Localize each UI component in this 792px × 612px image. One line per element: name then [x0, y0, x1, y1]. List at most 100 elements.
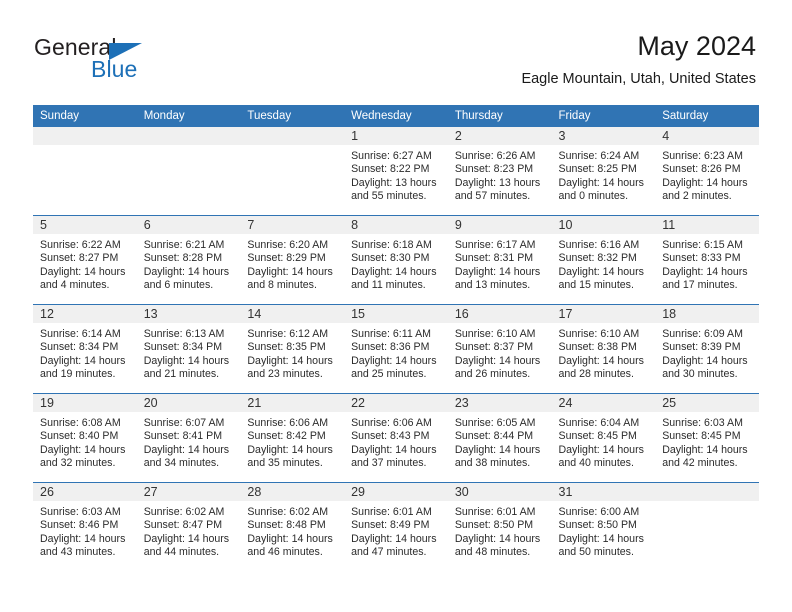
calendar-page: General Blue May 2024 Eagle Mountain, Ut…: [0, 0, 792, 612]
calendar-day-cell[interactable]: 29 Sunrise: 6:01 AM Sunset: 8:49 PM Dayligh…: [344, 482, 448, 571]
daylight-text-line1: Daylight: 14 hours: [351, 354, 437, 367]
sunset-text: Sunset: 8:26 PM: [662, 163, 741, 176]
day-cell-inner: 16 Sunrise: 6:10 AM Sunset: 8:37 PM Dayligh…: [447, 305, 552, 393]
calendar-day-cell[interactable]: 13 Sunrise: 6:13 AM Sunset: 8:34 PM Dayligh…: [136, 304, 241, 394]
sunrise-text: Sunrise: 6:10 AM: [558, 328, 640, 340]
sunset-text: Sunset: 8:40 PM: [40, 430, 119, 443]
calendar-day-cell[interactable]: 22 Sunrise: 6:06 AM Sunset: 8:43 PM Dayligh…: [344, 393, 448, 483]
daylight-text-line2: and 44 minutes.: [143, 546, 220, 559]
day-number: 16: [447, 305, 552, 323]
calendar-body: 1 Sunrise: 6:27 AM Sunset: 8:22 PM Daylight…: [33, 127, 759, 571]
day-number: 15: [344, 305, 448, 323]
brand-logo[interactable]: General Blue: [34, 34, 224, 84]
sunset-text: Sunset: 8:25 PM: [558, 163, 637, 176]
daylight-text-line2: and 34 minutes.: [143, 457, 220, 470]
daylight-text-line2: and 48 minutes.: [454, 546, 531, 559]
day-details: Sunrise: 6:26 AM Sunset: 8:23 PM Daylight:…: [448, 145, 552, 204]
day-number: 19: [33, 394, 137, 412]
calendar-day-cell[interactable]: 14 Sunrise: 6:12 AM Sunset: 8:35 PM Dayligh…: [240, 304, 345, 394]
calendar-day-cell[interactable]: 11 Sunrise: 6:15 AM Sunset: 8:33 PM Dayligh…: [655, 215, 759, 305]
sunrise-text: Sunrise: 6:02 AM: [143, 506, 225, 518]
daylight-text-line1: Daylight: 14 hours: [558, 176, 644, 189]
calendar-day-cell[interactable]: 6 Sunrise: 6:21 AM Sunset: 8:28 PM Daylight…: [136, 215, 241, 305]
calendar-day-cell[interactable]: 15 Sunrise: 6:11 AM Sunset: 8:36 PM Dayligh…: [344, 304, 448, 394]
sunrise-text: Sunrise: 6:06 AM: [247, 417, 329, 429]
calendar-day-cell[interactable]: 28 Sunrise: 6:02 AM Sunset: 8:48 PM Dayligh…: [240, 482, 345, 571]
calendar-empty-cell: [33, 127, 137, 216]
calendar-day-cell[interactable]: 23 Sunrise: 6:05 AM Sunset: 8:44 PM Dayligh…: [447, 393, 552, 483]
daylight-text-line2: and 57 minutes.: [454, 190, 531, 203]
sunset-text: Sunset: 8:30 PM: [351, 252, 430, 265]
calendar-day-cell[interactable]: 26 Sunrise: 6:03 AM Sunset: 8:46 PM Dayligh…: [33, 482, 137, 571]
daylight-text-line2: and 4 minutes.: [40, 279, 110, 292]
sunset-text: Sunset: 8:27 PM: [40, 252, 119, 265]
sunrise-text: Sunrise: 6:17 AM: [454, 239, 536, 251]
day-details: Sunrise: 6:21 AM Sunset: 8:28 PM Daylight:…: [137, 234, 241, 293]
calendar-day-cell[interactable]: 31 Sunrise: 6:00 AM Sunset: 8:50 PM Dayligh…: [551, 482, 656, 571]
calendar-day-cell[interactable]: 27 Sunrise: 6:02 AM Sunset: 8:47 PM Dayligh…: [136, 482, 241, 571]
day-cell-inner: 13 Sunrise: 6:13 AM Sunset: 8:34 PM Dayligh…: [136, 305, 241, 393]
calendar-day-cell[interactable]: 12 Sunrise: 6:14 AM Sunset: 8:34 PM Dayligh…: [33, 304, 137, 394]
calendar-day-cell[interactable]: 5 Sunrise: 6:22 AM Sunset: 8:27 PM Daylight…: [33, 215, 137, 305]
sunrise-text: Sunrise: 6:00 AM: [558, 506, 640, 518]
sunset-text: Sunset: 8:45 PM: [558, 430, 637, 443]
sunset-text: Sunset: 8:34 PM: [143, 341, 223, 354]
sunrise-text: Sunrise: 6:26 AM: [454, 150, 536, 162]
sunset-text: Sunset: 8:42 PM: [247, 430, 326, 443]
sunset-text: Sunset: 8:29 PM: [247, 252, 326, 265]
daylight-text-line1: Daylight: 14 hours: [454, 354, 541, 367]
page-title: May 2024: [637, 31, 756, 61]
daylight-text-line2: and 47 minutes.: [351, 546, 427, 559]
day-details: Sunrise: 6:23 AM Sunset: 8:26 PM Daylight:…: [655, 145, 759, 204]
calendar-day-cell[interactable]: 2 Sunrise: 6:26 AM Sunset: 8:23 PM Daylight…: [447, 127, 552, 216]
calendar-day-cell[interactable]: 9 Sunrise: 6:17 AM Sunset: 8:31 PM Daylight…: [447, 215, 552, 305]
daylight-text-line2: and 23 minutes.: [247, 368, 323, 381]
calendar-day-cell[interactable]: 17 Sunrise: 6:10 AM Sunset: 8:38 PM Dayligh…: [551, 304, 656, 394]
calendar-day-cell[interactable]: 8 Sunrise: 6:18 AM Sunset: 8:30 PM Daylight…: [344, 215, 448, 305]
daylight-text-line1: Daylight: 14 hours: [351, 443, 437, 456]
day-cell-inner: 3 Sunrise: 6:24 AM Sunset: 8:25 PM Daylight…: [551, 127, 656, 215]
daylight-text-line1: Daylight: 14 hours: [247, 265, 333, 278]
sunrise-text: Sunrise: 6:14 AM: [40, 328, 121, 340]
calendar-day-cell[interactable]: 10 Sunrise: 6:16 AM Sunset: 8:32 PM Dayligh…: [551, 215, 656, 305]
calendar-day-cell[interactable]: 20 Sunrise: 6:07 AM Sunset: 8:41 PM Dayligh…: [136, 393, 241, 483]
daylight-text-line1: Daylight: 14 hours: [662, 176, 748, 189]
calendar-day-cell[interactable]: 4 Sunrise: 6:23 AM Sunset: 8:26 PM Daylight…: [655, 127, 759, 216]
daylight-text-line1: Daylight: 14 hours: [143, 265, 230, 278]
day-cell-inner: 2 Sunrise: 6:26 AM Sunset: 8:23 PM Daylight…: [447, 127, 552, 215]
daylight-text-line1: Daylight: 14 hours: [558, 532, 644, 545]
sunset-text: Sunset: 8:23 PM: [454, 163, 534, 176]
daylight-text-line1: Daylight: 14 hours: [40, 532, 126, 545]
sunrise-text: Sunrise: 6:09 AM: [662, 328, 743, 340]
sunset-text: Sunset: 8:37 PM: [454, 341, 534, 354]
daylight-text-line1: Daylight: 14 hours: [558, 443, 644, 456]
sunrise-text: Sunrise: 6:27 AM: [351, 150, 432, 162]
calendar-day-cell[interactable]: 18 Sunrise: 6:09 AM Sunset: 8:39 PM Dayligh…: [655, 304, 759, 394]
calendar-day-cell[interactable]: 21 Sunrise: 6:06 AM Sunset: 8:42 PM Dayligh…: [240, 393, 345, 483]
daylight-text-line1: Daylight: 13 hours: [454, 176, 541, 189]
calendar-day-cell[interactable]: 3 Sunrise: 6:24 AM Sunset: 8:25 PM Daylight…: [551, 127, 656, 216]
calendar-day-cell[interactable]: 16 Sunrise: 6:10 AM Sunset: 8:37 PM Dayligh…: [447, 304, 552, 394]
daylight-text-line1: Daylight: 14 hours: [662, 443, 748, 456]
sunset-text: Sunset: 8:31 PM: [454, 252, 534, 265]
daylight-text-line1: Daylight: 14 hours: [454, 532, 541, 545]
sunset-text: Sunset: 8:47 PM: [143, 519, 223, 532]
calendar-day-cell[interactable]: 1 Sunrise: 6:27 AM Sunset: 8:22 PM Daylight…: [344, 127, 448, 216]
sunrise-text: Sunrise: 6:15 AM: [662, 239, 743, 251]
calendar-day-cell[interactable]: 24 Sunrise: 6:04 AM Sunset: 8:45 PM Dayligh…: [551, 393, 656, 483]
calendar-day-cell[interactable]: 25 Sunrise: 6:03 AM Sunset: 8:45 PM Dayligh…: [655, 393, 759, 483]
day-number: 29: [344, 483, 448, 501]
day-number: 17: [551, 305, 656, 323]
daylight-text-line2: and 26 minutes.: [454, 368, 531, 381]
day-cell-inner: [33, 127, 137, 215]
day-details: Sunrise: 6:08 AM Sunset: 8:40 PM Daylight:…: [33, 412, 137, 471]
day-details: Sunrise: 6:10 AM Sunset: 8:38 PM Daylight:…: [552, 323, 656, 382]
sunrise-text: Sunrise: 6:01 AM: [454, 506, 536, 518]
sunrise-text: Sunrise: 6:03 AM: [662, 417, 743, 429]
calendar-day-cell[interactable]: 7 Sunrise: 6:20 AM Sunset: 8:29 PM Daylight…: [240, 215, 345, 305]
calendar-day-cell[interactable]: 30 Sunrise: 6:01 AM Sunset: 8:50 PM Dayligh…: [447, 482, 552, 571]
calendar-day-cell[interactable]: 19 Sunrise: 6:08 AM Sunset: 8:40 PM Dayligh…: [33, 393, 137, 483]
day-cell-inner: 19 Sunrise: 6:08 AM Sunset: 8:40 PM Dayligh…: [33, 394, 137, 482]
daylight-text-line2: and 42 minutes.: [662, 457, 738, 470]
day-number: 5: [33, 216, 137, 234]
